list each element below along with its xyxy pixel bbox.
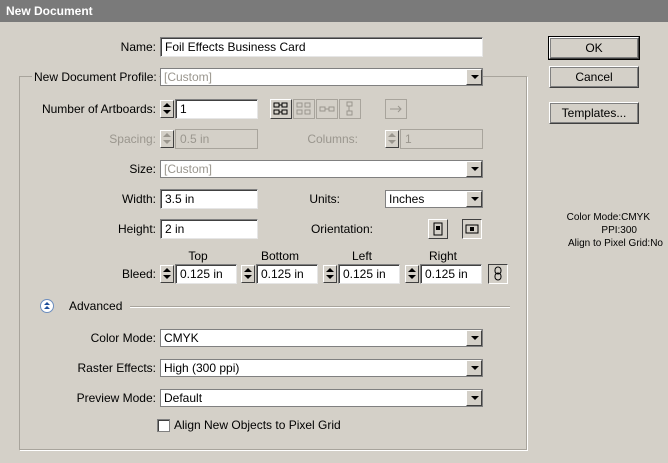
advanced-label: Advanced (69, 299, 123, 313)
arrange-by-column-icon[interactable] (339, 99, 361, 119)
profile-value: [Custom] (164, 70, 213, 84)
align-pixel-checkbox[interactable] (157, 419, 170, 432)
chevron-down-icon (466, 69, 482, 85)
info-ppi: PPI:300 (601, 225, 637, 236)
bleed-top-label: Top (188, 249, 208, 263)
cancel-button[interactable]: Cancel (549, 66, 639, 88)
artboards-label: Number of Artboards: (41, 102, 156, 116)
columns-label: Columns: (307, 132, 358, 146)
spacing-input[interactable]: 0.5 in (175, 129, 258, 149)
ok-button[interactable]: OK (548, 36, 640, 60)
profile-label: New Document Profile: (32, 70, 159, 84)
grid-by-row-icon[interactable] (270, 99, 292, 119)
spacing-spinner[interactable] (160, 130, 174, 148)
preview-mode-label: Preview Mode: (76, 391, 156, 405)
chevron-down-icon (466, 191, 482, 207)
bleed-top-spinner[interactable] (160, 265, 174, 283)
raster-effects-value: High (300 ppi) (164, 361, 240, 375)
size-value: [Custom] (164, 162, 213, 176)
chevron-down-icon (466, 360, 482, 376)
bleed-right-input[interactable]: 0.125 in (420, 264, 482, 284)
portrait-icon[interactable] (428, 219, 448, 239)
spacing-label: Spacing: (109, 132, 156, 146)
bleed-left-label: Left (351, 249, 372, 263)
profile-select[interactable]: [Custom] (160, 68, 483, 86)
right-to-left-icon[interactable] (385, 99, 407, 119)
link-icon[interactable] (488, 264, 508, 284)
color-mode-label: Color Mode: (90, 331, 156, 345)
chevron-down-icon (466, 390, 482, 406)
size-label: Size: (129, 162, 156, 176)
name-input[interactable]: Foil Effects Business Card (160, 37, 483, 57)
advanced-divider (130, 306, 510, 307)
bleed-left-input[interactable]: 0.125 in (338, 264, 400, 284)
chevron-down-icon (466, 161, 482, 177)
color-mode-value: CMYK (164, 331, 199, 345)
chevron-down-icon (466, 330, 482, 346)
bleed-right-spinner[interactable] (405, 265, 419, 283)
raster-effects-label: Raster Effects: (77, 361, 156, 375)
width-input[interactable]: 3.5 in (160, 189, 258, 209)
arrange-by-row-icon[interactable] (316, 99, 338, 119)
name-label: Name: (120, 40, 156, 54)
landscape-icon[interactable] (462, 219, 482, 239)
orientation-label: Orientation: (310, 222, 373, 236)
size-select[interactable]: [Custom] (160, 160, 483, 178)
bleed-left-spinner[interactable] (323, 265, 337, 283)
raster-effects-select[interactable]: High (300 ppi) (160, 359, 483, 377)
units-label: Units: (309, 192, 340, 206)
bleed-right-label: Right (428, 249, 457, 263)
bleed-bottom-spinner[interactable] (241, 265, 255, 283)
columns-spinner[interactable] (385, 130, 399, 148)
bleed-label: Bleed: (121, 267, 156, 281)
bleed-top-input[interactable]: 0.125 in (175, 264, 237, 284)
bleed-bottom-input[interactable]: 0.125 in (256, 264, 318, 284)
align-pixel-label[interactable]: Align New Objects to Pixel Grid (174, 418, 341, 432)
columns-input[interactable]: 1 (400, 129, 483, 149)
title-bar: New Document (0, 0, 668, 22)
info-align-pixel: Align to Pixel Grid:No (567, 238, 663, 249)
preview-mode-value: Default (164, 391, 203, 405)
window-title: New Document (6, 4, 93, 18)
info-color-mode: Color Mode:CMYK (566, 212, 650, 223)
preview-mode-select[interactable]: Default (160, 389, 483, 407)
grid-by-column-icon[interactable] (293, 99, 315, 119)
artboards-input[interactable]: 1 (175, 99, 258, 119)
artboards-spinner[interactable] (160, 100, 174, 118)
bleed-bottom-label: Bottom (260, 249, 299, 263)
color-mode-select[interactable]: CMYK (160, 329, 483, 347)
width-label: Width: (121, 192, 156, 206)
units-select[interactable]: Inches (385, 190, 483, 208)
height-label: Height: (117, 222, 156, 236)
units-value: Inches (389, 192, 425, 206)
templates-button[interactable]: Templates... (549, 102, 639, 124)
height-input[interactable]: 2 in (160, 219, 258, 239)
collapse-advanced-icon[interactable] (40, 299, 54, 313)
